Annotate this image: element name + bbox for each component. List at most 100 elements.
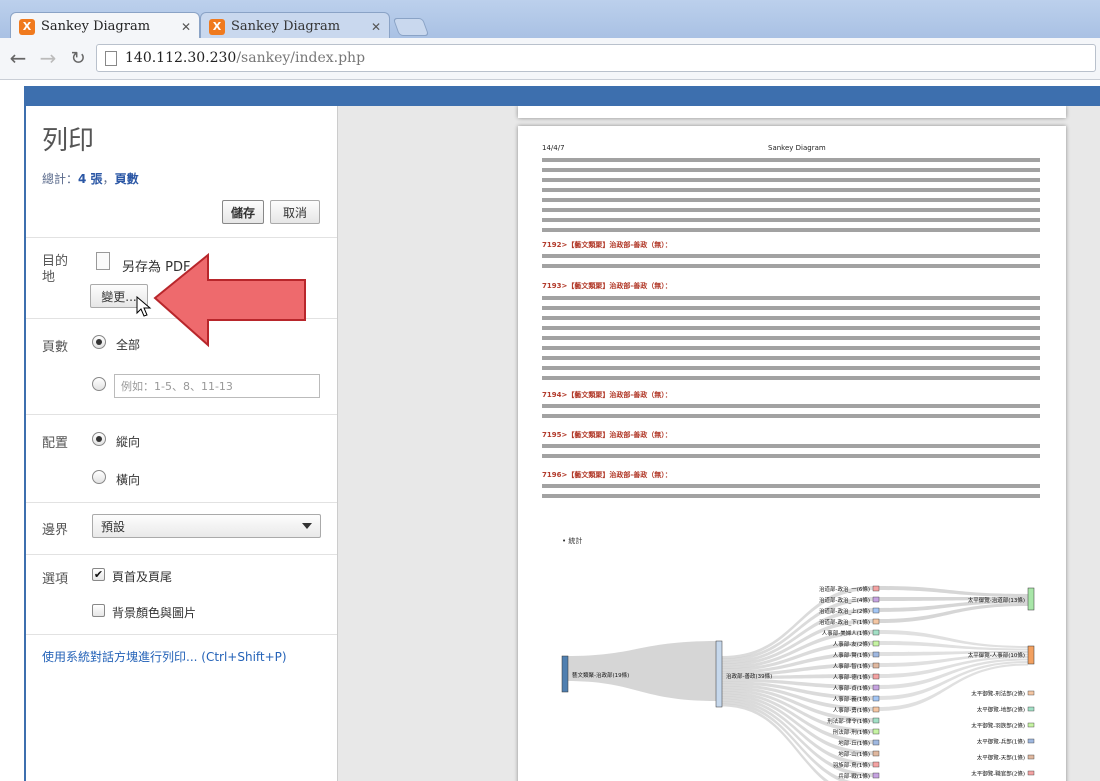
sankey-diagram: 藝文類聚-治政部(19條) 治政部-善政(39條) 治道部-政治_一(6條) 治道部-… (561, 585, 1035, 781)
entry-heading: 7193>【藝文類聚】治政部-善政（無）： (542, 282, 672, 290)
sankey-node-label: 人事部-德(1條) (833, 673, 870, 681)
sankey-node-label: 地部-山(1條) (838, 750, 870, 758)
divider (26, 554, 337, 555)
new-tab-button[interactable] (392, 18, 430, 36)
sankey-node-label: 藝文類聚-治政部(19條) (572, 671, 629, 679)
reload-icon[interactable]: ↻ (66, 46, 90, 70)
xampp-favicon-icon: X (19, 18, 35, 35)
sankey-node-label: 人事部-義(1條) (833, 695, 870, 703)
sankey-node (715, 640, 723, 708)
sankey-node (872, 684, 880, 691)
sankey-node-label: 刑法部-律令(1條) (827, 717, 870, 725)
background-graphics-checkbox[interactable] (92, 604, 105, 617)
destination-label: 目的地 (42, 254, 69, 285)
sankey-node (872, 772, 880, 779)
tab-strip: X Sankey Diagram ✕ X Sankey Diagram ✕ (0, 0, 1100, 40)
headers-footers-checkbox[interactable]: ✔ (92, 568, 105, 581)
landscape-radio[interactable] (92, 470, 106, 484)
pdf-file-icon (96, 252, 110, 270)
sankey-node (1027, 587, 1035, 611)
sankey-node (1027, 690, 1035, 696)
sankey-node (1027, 770, 1035, 776)
forward-arrow-icon[interactable]: → (36, 46, 60, 70)
divider (26, 414, 337, 415)
sankey-node (872, 640, 880, 647)
sankey-node-label: 人事部-智(1條) (833, 662, 870, 670)
entry-heading: 7192>【藝文類聚】治政部-善政（無）： (542, 241, 672, 249)
cancel-button[interactable]: 取消 (270, 200, 320, 224)
sankey-node-label: 人事部-貞(1條) (833, 684, 870, 692)
sankey-node (872, 618, 880, 625)
print-sidebar: 列印 總計：4 張，頁數 儲存 取消 目的地 另存為 PDF 變更... 頁數 … (26, 106, 338, 781)
back-arrow-icon[interactable]: ← (6, 46, 30, 70)
sankey-node-label: 刑法部-刑(1條) (833, 728, 870, 736)
pages-all-radio[interactable] (92, 335, 106, 349)
layout-label: 配置 (42, 436, 69, 451)
sankey-node (872, 728, 880, 735)
text-block (542, 482, 1040, 502)
address-bar[interactable]: 140.112.30.230/sankey/index.php (96, 44, 1096, 72)
sankey-node-label: 太平御覽-羽族部(2條) (971, 722, 1025, 730)
mouse-cursor-icon (136, 296, 152, 317)
preview-page-title: Sankey Diagram (768, 144, 826, 152)
sankey-node (1027, 645, 1035, 665)
sankey-node-label: 地部-丘(1條) (838, 739, 870, 747)
sankey-node-label: 兵部-戰(1條) (838, 772, 870, 780)
url-path: /sankey/index.php (236, 50, 366, 66)
sankey-node (872, 607, 880, 614)
text-block (542, 294, 1040, 386)
browser-tab-active[interactable]: X Sankey Diagram ✕ (10, 12, 200, 40)
portrait-radio[interactable] (92, 432, 106, 446)
total-sep: ， (102, 172, 115, 186)
sankey-node (1027, 722, 1035, 728)
browser-toolbar: ← → ↻ 140.112.30.230/sankey/index.php (0, 38, 1100, 80)
tab-close-icon[interactable]: ✕ (181, 20, 191, 34)
total-prefix: 總計： (42, 172, 79, 186)
sankey-node-label: 治政部-善政(39條) (726, 672, 772, 680)
sankey-node (1027, 706, 1035, 712)
pages-range-radio[interactable] (92, 377, 106, 391)
page-total: 總計：4 張，頁數 (42, 170, 139, 187)
sankey-node-label: 太平御覽-兵部(1條) (977, 738, 1025, 746)
portrait-label: 縱向 (116, 435, 141, 449)
text-block (542, 156, 1040, 234)
sankey-node-label: 人事部-美婦人(1條) (822, 629, 870, 637)
address-url: 140.112.30.230/sankey/index.php (125, 50, 365, 66)
margins-label: 邊界 (42, 523, 69, 538)
sankey-node-label: 治道部-政治_上(2條) (819, 607, 870, 615)
sankey-node-label: 人事部-勇(1條) (833, 706, 870, 714)
sankey-node (872, 651, 880, 658)
tab-title: Sankey Diagram (231, 19, 341, 34)
sankey-node (872, 629, 880, 636)
page-icon (105, 50, 117, 66)
url-host: 140.112.30.230 (125, 50, 237, 66)
preview-date: 14/4/7 (542, 144, 565, 152)
headers-footers-label: 頁首及頁尾 (112, 570, 173, 584)
margins-value: 預設 (101, 519, 126, 534)
entry-heading: 7194>【藝文類聚】治政部-善政（無）： (542, 391, 672, 399)
stats-bullet: • 統計 (562, 537, 583, 545)
xampp-favicon-icon: X (209, 18, 225, 35)
landscape-label: 橫向 (116, 473, 141, 487)
margins-select[interactable]: 預設 (92, 514, 321, 538)
divider (26, 634, 337, 635)
browser-tab-inactive[interactable]: X Sankey Diagram ✕ (200, 12, 390, 40)
divider (26, 502, 337, 503)
background-graphics-label: 背景顏色與圖片 (112, 606, 197, 620)
total-value: 4 張 (78, 172, 103, 186)
sankey-node (872, 585, 880, 592)
sankey-node (872, 673, 880, 680)
sankey-node-label: 治道部-政治_一(6條) (819, 585, 870, 593)
dropdown-arrow-icon (302, 523, 312, 529)
sankey-node-label: 治道部-政治_三(4條) (819, 596, 870, 604)
sankey-node-label: 太平御覽-人事部(10條) (968, 651, 1025, 659)
sankey-node (1027, 738, 1035, 744)
pages-label: 頁數 (42, 340, 69, 355)
total-unit: 頁數 (114, 172, 139, 186)
entry-heading: 7196>【藝文類聚】治政部-善政（無）： (542, 471, 672, 479)
tab-close-icon[interactable]: ✕ (371, 20, 381, 34)
tab-title: Sankey Diagram (41, 19, 151, 34)
save-button[interactable]: 儲存 (222, 200, 264, 224)
system-dialog-link[interactable]: 使用系統對話方塊進行列印... (Ctrl+Shift+P) (42, 648, 287, 665)
page-range-input[interactable]: 例如：1-5、8、11-13 (114, 374, 320, 398)
